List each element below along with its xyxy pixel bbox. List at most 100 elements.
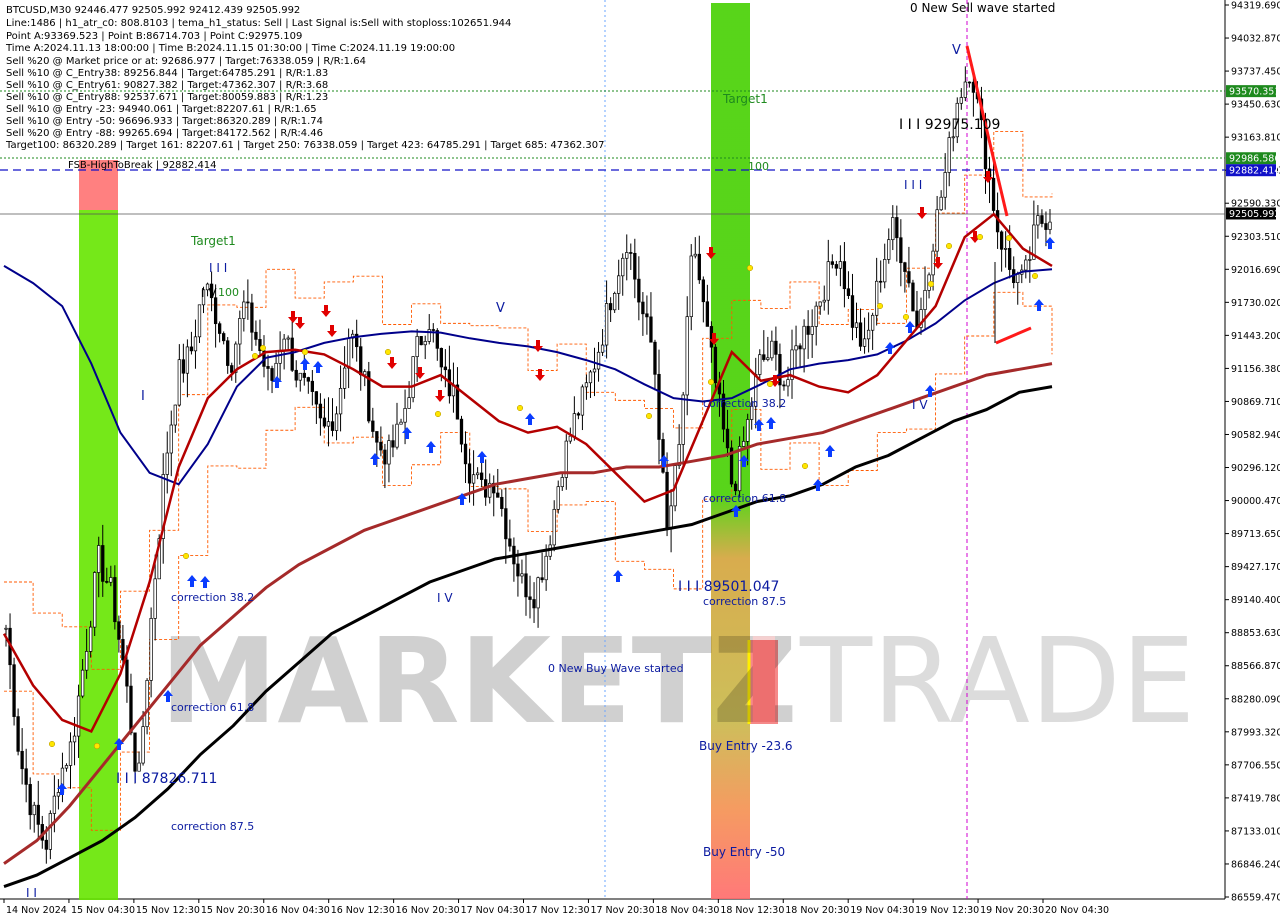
- candle-body: [89, 626, 93, 652]
- candle-body: [999, 231, 1004, 250]
- signal-dot: [1031, 272, 1039, 280]
- candle-body: [395, 423, 399, 448]
- candle-body: [286, 337, 290, 340]
- buy-entry-23: Buy Entry -23.6: [699, 739, 793, 753]
- header-line-2: Point A:93369.523 | Point B:86714.703 | …: [6, 31, 302, 42]
- time-tick-label: 15 Nov 20:30: [201, 905, 265, 916]
- time-tick-label: 17 Nov 04:30: [461, 905, 525, 916]
- label-100-left: 100: [218, 286, 239, 299]
- candle-body: [657, 373, 661, 440]
- candle-body: [604, 303, 609, 346]
- candle-body: [213, 297, 218, 325]
- candle-body: [693, 253, 697, 257]
- candle-body: [387, 440, 391, 465]
- price-tick-label: 91730.020: [1231, 298, 1280, 309]
- candle-body: [56, 792, 61, 797]
- candle-body: [870, 314, 875, 331]
- candle-body: [338, 388, 343, 415]
- candle-body: [93, 572, 97, 628]
- candle-body: [733, 483, 738, 492]
- candle-body: [359, 346, 363, 376]
- fsb-label: FSB-HighToBreak | 92882.414: [68, 160, 217, 171]
- signal-dot: [927, 280, 935, 288]
- candle-body: [137, 762, 141, 772]
- candle-body: [778, 354, 782, 386]
- signal-dot: [301, 348, 309, 356]
- candle-body: [802, 325, 806, 350]
- candle-body: [101, 545, 105, 582]
- candle-body: [290, 337, 294, 371]
- candle-body: [302, 372, 306, 378]
- candle-body: [306, 377, 310, 382]
- signal-dot: [746, 264, 754, 272]
- target1-left: Target1: [190, 234, 236, 248]
- candle-body: [24, 768, 28, 785]
- candle-body: [141, 726, 145, 764]
- candle-body: [963, 81, 967, 98]
- price-tick-label: 89140.400: [1231, 595, 1280, 606]
- buy-entry-50: Buy Entry -50: [703, 845, 785, 859]
- candle-body: [169, 424, 173, 454]
- candle-body: [270, 368, 274, 381]
- candle-body: [383, 449, 387, 465]
- watermark-red: I: [742, 612, 786, 750]
- candle-body: [439, 347, 443, 368]
- price-tick-label: 90869.710: [1231, 397, 1280, 408]
- price-tick-label: 87706.550: [1231, 760, 1280, 771]
- candle-body: [879, 280, 883, 283]
- price-tick-label: 90582.940: [1231, 430, 1280, 441]
- candle-body: [471, 474, 476, 484]
- candle-body: [818, 301, 822, 307]
- candle-body: [165, 452, 169, 475]
- candle-body: [314, 391, 319, 405]
- candle-body: [637, 278, 641, 303]
- candle-body: [814, 305, 818, 327]
- candle-body: [544, 555, 548, 581]
- candle-body: [552, 508, 556, 546]
- candle-body: [951, 136, 955, 139]
- candle-body: [725, 428, 730, 449]
- candle-body: [230, 365, 234, 373]
- candle-body: [109, 577, 113, 583]
- candle-body: [298, 372, 302, 381]
- time-tick-label: 18 Nov 12:30: [720, 905, 784, 916]
- wave-iv-left: I V: [201, 286, 217, 300]
- candle-body: [608, 303, 613, 311]
- price-tick-label: 88853.630: [1231, 628, 1280, 639]
- price-badge-label: 92505.992: [1229, 209, 1280, 220]
- price-tick-label: 90296.120: [1231, 463, 1280, 474]
- candle-body: [705, 301, 710, 327]
- price-tick-label: 86559.470: [1231, 893, 1280, 904]
- price-tick-label: 93163.810: [1231, 133, 1280, 144]
- candle-body: [850, 295, 855, 328]
- candle-body: [459, 418, 464, 445]
- candle-body: [181, 359, 186, 374]
- time-tick-label: 20 Nov 04:30: [1045, 905, 1109, 916]
- new-buy-wave-label: 0 New Buy Wave started: [548, 662, 684, 675]
- candle-body: [334, 413, 339, 431]
- candle-body: [891, 217, 895, 241]
- candle-body: [121, 639, 125, 661]
- trading-chart[interactable]: MARKETZ I TRADE BTCUSD,M30 92446.477 925…: [0, 0, 1280, 920]
- candle-body: [326, 421, 331, 427]
- signal-dot: [766, 380, 774, 388]
- signal-dot: [384, 348, 392, 356]
- wave-v-right: V: [952, 43, 961, 58]
- candle-body: [177, 359, 181, 406]
- candle-body: [145, 680, 149, 727]
- candle-body: [1028, 259, 1032, 261]
- candle-body: [504, 508, 508, 540]
- candle-body: [854, 322, 859, 328]
- candle-body: [443, 366, 448, 371]
- price-tick-label: 89427.170: [1231, 562, 1280, 573]
- candle-body: [129, 685, 133, 734]
- candle-body: [330, 421, 335, 431]
- candle-body: [419, 336, 423, 346]
- candle-body: [536, 577, 540, 609]
- price-badge-label: 92882.414: [1229, 166, 1280, 177]
- wave-i-mark: I: [141, 389, 145, 404]
- candle-body: [572, 413, 577, 437]
- candle-body: [189, 346, 194, 352]
- watermark-dark: MARKETZ: [160, 612, 798, 750]
- candle-body: [342, 367, 347, 389]
